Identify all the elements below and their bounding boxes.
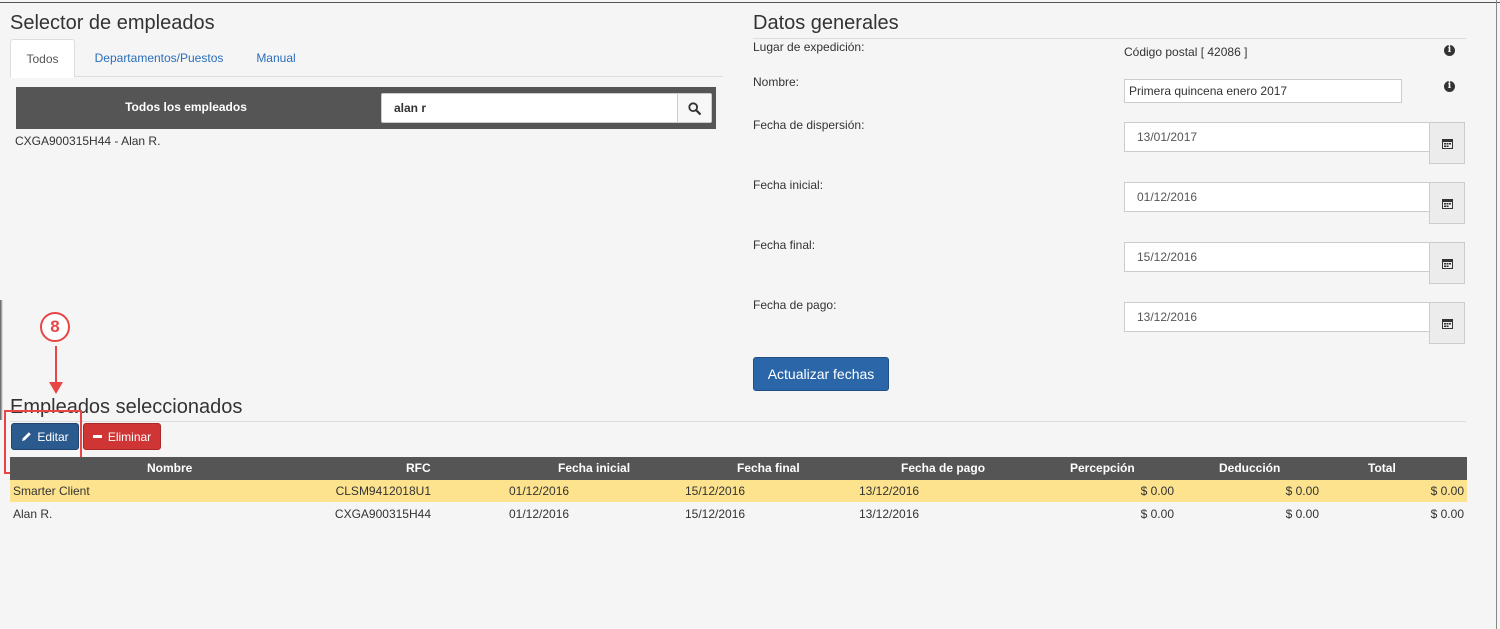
annotation-arrow-line [55, 346, 57, 384]
tab-todos[interactable]: Todos [10, 39, 75, 78]
column-header-fecha-de-pago[interactable]: Fecha de pago [901, 457, 985, 480]
end-date-input[interactable] [1124, 242, 1430, 272]
delete-button[interactable]: Eliminar [83, 423, 161, 450]
cell-deduction: $ 0.00 [1285, 507, 1319, 521]
calendar-icon [1441, 318, 1453, 329]
calendar-icon [1441, 138, 1453, 149]
cell-end-date: 15/12/2016 [685, 484, 746, 498]
info-icon[interactable]: i [1444, 81, 1455, 92]
start-date-input[interactable] [1124, 182, 1430, 212]
step-annotation-badge: 8 [40, 312, 70, 342]
cell-end-date: 15/12/2016 [685, 507, 746, 521]
name-label: Nombre: [753, 75, 800, 89]
employee-search-input[interactable] [382, 94, 678, 122]
right-divider [1496, 0, 1497, 629]
dispersion-date-label: Fecha de dispersión: [753, 118, 865, 132]
payroll-name-input[interactable] [1124, 79, 1402, 103]
employee-list-header: Todos los empleados [16, 87, 716, 129]
cell-rfc: CXGA900315H44 [334, 507, 431, 521]
employee-search-button[interactable] [677, 94, 711, 122]
calendar-icon [1441, 258, 1453, 269]
expedition-value: Código postal [ 42086 ] [1124, 45, 1248, 59]
cell-payment-date: 13/12/2016 [859, 507, 920, 521]
update-dates-button[interactable]: Actualizar fechas [753, 357, 889, 391]
left-edge-shadow [0, 300, 3, 420]
top-divider [0, 0, 1500, 3]
payment-date-input[interactable] [1124, 302, 1430, 332]
delete-button-label: Eliminar [107, 429, 152, 444]
cell-perception: $ 0.00 [1140, 484, 1174, 498]
table-row[interactable]: Alan R. CXGA900315H44 01/12/2016 15/12/2… [10, 503, 1467, 525]
cell-payment-date: 13/12/2016 [859, 484, 920, 498]
cell-deduction: $ 0.00 [1285, 484, 1319, 498]
info-icon[interactable]: i [1444, 45, 1455, 56]
column-header-deduccion[interactable]: Deducción [1219, 457, 1280, 480]
tab-departamentos-puestos[interactable]: Departamentos/Puestos [84, 39, 234, 78]
general-data-divider [753, 38, 1466, 39]
annotation-arrow-head [49, 382, 63, 394]
employee-list-title: Todos los empleados [125, 100, 247, 114]
payment-date-label: Fecha de pago: [753, 298, 837, 312]
dispersion-date-input[interactable] [1124, 122, 1430, 152]
end-date-label: Fecha final: [753, 238, 816, 252]
selected-employees-table-header: Nombre RFC Fecha inicial Fecha final Fec… [10, 457, 1467, 480]
expedition-label: Lugar de expedición: [753, 40, 865, 54]
table-row[interactable]: Smarter Client CLSM9412018U1 01/12/2016 … [10, 480, 1467, 502]
general-data-title: Datos generales [753, 12, 899, 34]
employee-selector-title: Selector de empleados [10, 12, 215, 34]
selected-employees-divider [10, 421, 1466, 422]
column-header-nombre[interactable]: Nombre [147, 457, 192, 480]
column-header-total[interactable]: Total [1368, 457, 1396, 480]
cell-perception: $ 0.00 [1140, 507, 1174, 521]
calendar-icon [1441, 198, 1453, 209]
cell-total: $ 0.00 [1430, 484, 1464, 498]
end-date-calendar-button[interactable] [1429, 242, 1465, 284]
search-icon [688, 101, 701, 115]
employee-result-item[interactable]: CXGA900315H44 - Alan R. [15, 134, 160, 148]
cell-name: Smarter Client [13, 484, 90, 498]
cell-rfc: CLSM9412018U1 [335, 484, 431, 498]
tab-manual[interactable]: Manual [246, 39, 306, 78]
dispersion-date-calendar-button[interactable] [1429, 122, 1465, 164]
start-date-calendar-button[interactable] [1429, 182, 1465, 224]
employee-search-box [381, 93, 712, 123]
cell-total: $ 0.00 [1430, 507, 1464, 521]
column-header-fecha-final[interactable]: Fecha final [737, 457, 800, 480]
cell-name: Alan R. [13, 507, 53, 521]
minus-icon [92, 435, 102, 438]
employee-selector-tabs: Todos Departamentos/Puestos Manual [10, 39, 723, 78]
cell-start-date: 01/12/2016 [509, 484, 570, 498]
column-header-fecha-inicial[interactable]: Fecha inicial [558, 457, 630, 480]
payment-date-calendar-button[interactable] [1429, 302, 1465, 344]
column-header-percepcion[interactable]: Percepción [1070, 457, 1135, 480]
start-date-label: Fecha inicial: [753, 178, 824, 192]
column-header-rfc[interactable]: RFC [406, 457, 431, 480]
cell-start-date: 01/12/2016 [509, 507, 570, 521]
